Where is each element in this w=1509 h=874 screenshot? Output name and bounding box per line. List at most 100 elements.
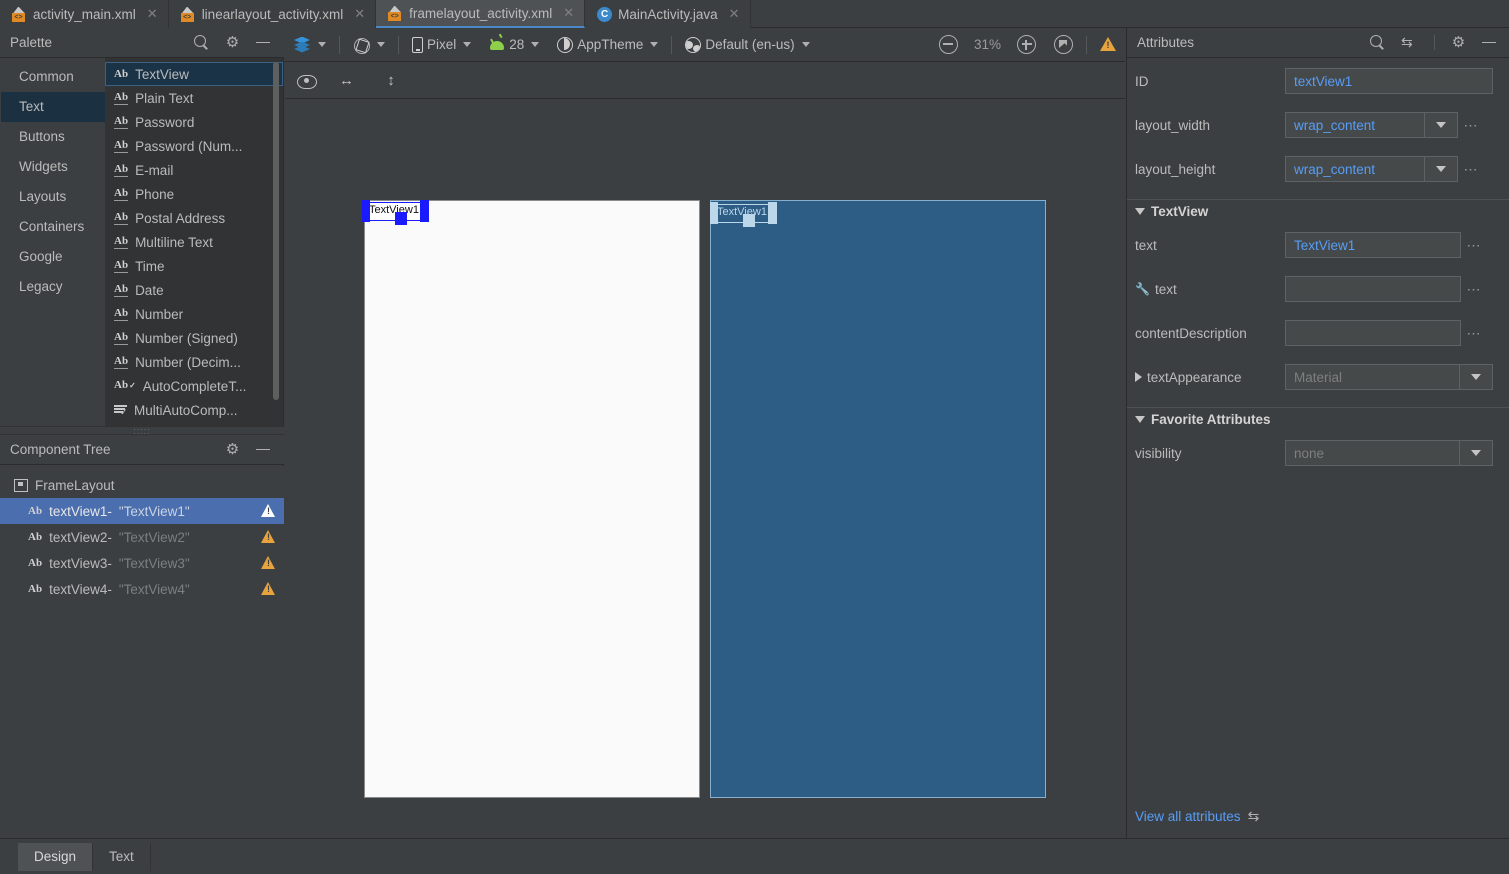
gear-icon[interactable]: ⚙ [1451,35,1466,50]
selection-handle-right[interactable] [768,202,777,224]
text-appearance-combo[interactable]: Material [1285,364,1493,390]
tree-node-textview2[interactable]: Ab textView2- "TextView2" [0,524,284,550]
palette-item-plain-text[interactable]: Ab Plain Text [105,86,283,110]
selection-handle-left[interactable] [710,202,718,224]
selected-textview-design[interactable]: TextView1 [362,200,429,225]
palette-item-password-numeric[interactable]: Ab Password (Num... [105,134,283,158]
selection-handle-left[interactable] [362,200,370,222]
palette-item-password[interactable]: Ab Password [105,110,283,134]
eye-icon[interactable] [297,74,317,89]
text-appearance-value[interactable]: Material [1285,364,1460,390]
layout-height-more-button[interactable]: ⋯ [1458,161,1484,178]
layout-width-more-button[interactable]: ⋯ [1458,117,1484,134]
layout-width-value[interactable]: wrap_content [1285,112,1425,138]
horizontal-resize-icon[interactable]: ↔ [339,73,361,88]
text-more-button[interactable]: ⋯ [1461,237,1487,254]
zoom-to-fit-button[interactable] [1045,28,1082,62]
id-field[interactable]: textView1 [1285,68,1493,94]
zoom-in-button[interactable] [1008,28,1045,62]
palette-category-buttons[interactable]: Buttons [1,122,105,152]
tab-design[interactable]: Design [18,842,94,871]
tree-node-textview4[interactable]: Ab textView4- "TextView4" [0,576,284,602]
gear-icon[interactable]: ⚙ [225,442,240,457]
text-field[interactable]: TextView1 [1285,232,1461,258]
theme-selector[interactable]: AppTheme [548,28,667,62]
device-selector[interactable]: Pixel [403,28,480,62]
palette-splitter[interactable]: ::::: [0,426,284,436]
palette-category-legacy[interactable]: Legacy [1,272,105,302]
warning-icon[interactable] [261,556,276,570]
search-icon[interactable] [1370,35,1385,50]
minimize-icon[interactable] [256,443,270,457]
design-mode-selector[interactable] [285,28,335,62]
palette-item-number-signed[interactable]: Ab Number (Signed) [105,326,283,350]
design-preview[interactable]: TextView1 [362,200,700,798]
editor-tab-mainactivity-java[interactable]: C MainActivity.java ✕ [585,0,751,28]
palette-item-time[interactable]: Ab Time [105,254,283,278]
palette-item-number[interactable]: Ab Number [105,302,283,326]
palette-item-postal-address[interactable]: Ab Postal Address [105,206,283,230]
tree-node-framelayout[interactable]: FrameLayout [0,472,284,498]
swap-icon[interactable]: ⇆ [1401,35,1418,49]
editor-tab-activity-main[interactable]: activity_main.xml ✕ [0,0,169,28]
tools-text-field[interactable] [1285,276,1461,302]
editor-tab-framelayout-activity[interactable]: framelayout_activity.xml ✕ [376,0,586,28]
tree-node-textview3[interactable]: Ab textView3- "TextView3" [0,550,284,576]
section-header-favorite-attributes[interactable]: Favorite Attributes [1127,407,1509,429]
orientation-selector[interactable] [344,28,394,62]
palette-item-textview[interactable]: Ab TextView [105,62,283,86]
layout-height-combo[interactable]: wrap_content [1285,156,1458,182]
layout-width-combo[interactable]: wrap_content [1285,112,1458,138]
vertical-resize-icon[interactable]: ↕ [385,71,397,91]
palette-item-phone[interactable]: Ab Phone [105,182,283,206]
issues-button[interactable] [1091,28,1125,62]
warning-icon[interactable] [261,504,276,518]
close-icon[interactable]: ✕ [354,6,365,22]
palette-item-number-decimal[interactable]: Ab Number (Decim... [105,350,283,374]
zoom-out-button[interactable] [930,28,967,62]
expand-triangle-icon[interactable] [1135,372,1142,382]
minimize-icon[interactable] [256,36,270,50]
palette-category-layouts[interactable]: Layouts [1,182,105,212]
palette-category-text[interactable]: Text [1,92,105,122]
content-description-more-button[interactable]: ⋯ [1461,325,1487,342]
visibility-combo[interactable]: none [1285,440,1493,466]
palette-scrollbar[interactable] [273,62,279,400]
gear-icon[interactable]: ⚙ [225,35,240,50]
close-icon[interactable]: ✕ [563,5,574,21]
api-level-selector[interactable]: 28 [480,28,548,62]
visibility-dropdown-button[interactable] [1460,440,1493,466]
selection-handle-right[interactable] [420,200,429,222]
section-header-textview[interactable]: TextView [1127,199,1509,221]
layout-height-dropdown-button[interactable] [1425,156,1458,182]
close-icon[interactable]: ✕ [729,6,740,22]
palette-category-google[interactable]: Google [1,242,105,272]
palette-item-multiautocomplete-textview[interactable]: MultiAutoComp... [105,398,283,422]
layout-height-value[interactable]: wrap_content [1285,156,1425,182]
palette-item-autocomplete-textview[interactable]: Ab AutoCompleteT... [105,374,283,398]
selection-handle-bottom[interactable] [743,214,755,227]
layout-width-dropdown-button[interactable] [1425,112,1458,138]
palette-category-containers[interactable]: Containers [1,212,105,242]
selected-textview-blueprint[interactable]: TextView1 [710,202,777,227]
tab-text[interactable]: Text [93,842,151,871]
palette-category-widgets[interactable]: Widgets [1,152,105,182]
close-icon[interactable]: ✕ [147,6,158,22]
search-icon[interactable] [194,35,209,50]
palette-item-email[interactable]: Ab E-mail [105,158,283,182]
tree-node-textview1[interactable]: Ab textView1- "TextView1" [0,498,284,524]
tools-text-more-button[interactable]: ⋯ [1461,281,1487,298]
warning-icon[interactable] [261,530,276,544]
palette-item-multiline-text[interactable]: Ab Multiline Text [105,230,283,254]
palette-item-date[interactable]: Ab Date [105,278,283,302]
design-canvas[interactable]: TextView1 TextView1 [285,100,1125,838]
view-all-attributes-link[interactable]: View all attributes ⇆ [1135,809,1265,824]
palette-category-common[interactable]: Common [1,62,105,92]
selection-handle-bottom[interactable] [395,212,407,225]
warning-icon[interactable] [261,582,276,596]
content-description-field[interactable] [1285,320,1461,346]
visibility-value[interactable]: none [1285,440,1460,466]
locale-selector[interactable]: Default (en-us) [676,28,818,62]
blueprint-preview[interactable]: TextView1 [710,200,1046,798]
text-appearance-dropdown-button[interactable] [1460,364,1493,390]
